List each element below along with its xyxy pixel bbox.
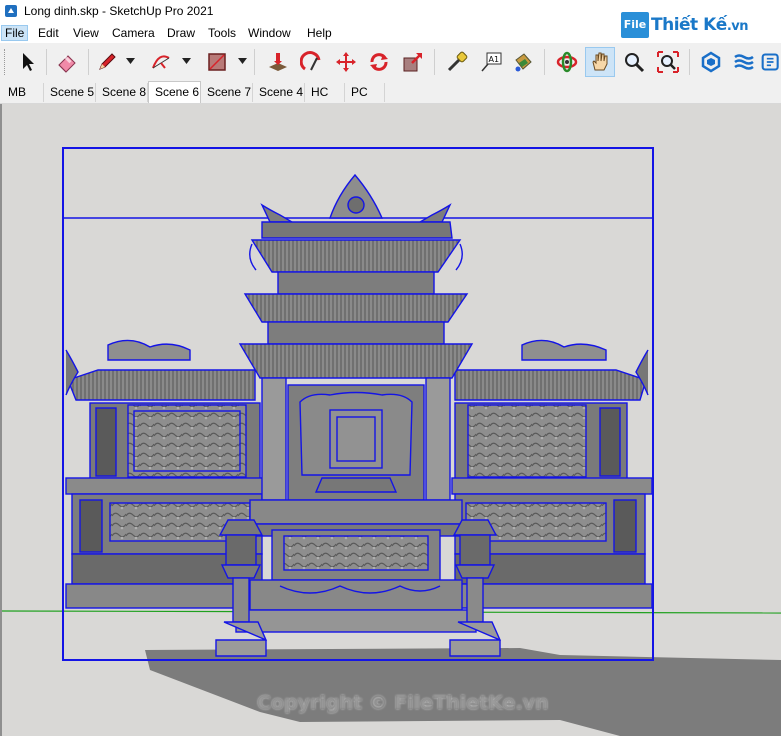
central-pavilion xyxy=(235,173,477,633)
sketchup-app-icon xyxy=(5,5,17,17)
copyright-watermark: Copyright © FileThietKe.vn xyxy=(257,692,549,714)
menu-edit[interactable]: Edit xyxy=(38,26,59,40)
toolbar-separator xyxy=(434,49,435,75)
tab-scene-4[interactable]: Scene 4 xyxy=(253,83,305,102)
filethietke-logo: File Thiết Kế.vn xyxy=(621,6,751,40)
toolbar-separator xyxy=(254,49,255,75)
scale-icon[interactable] xyxy=(398,47,428,77)
tab-mb[interactable]: MB xyxy=(2,83,44,102)
pencil-icon[interactable] xyxy=(92,47,122,77)
menu-view[interactable]: View xyxy=(73,26,99,40)
toolbar-separator xyxy=(689,49,690,75)
toolbar-separator xyxy=(88,49,89,75)
logo-text: Thiết Kế.vn xyxy=(651,15,748,35)
zoom-icon[interactable] xyxy=(619,47,649,77)
toolbar-grip[interactable] xyxy=(4,49,9,75)
zoom-extents-icon[interactable] xyxy=(653,47,683,77)
model-info-icon[interactable] xyxy=(761,47,781,77)
menu-file[interactable]: File xyxy=(0,25,29,41)
paint-bucket-icon[interactable] xyxy=(508,47,538,77)
eraser-icon[interactable] xyxy=(52,47,82,77)
select-icon[interactable] xyxy=(12,47,42,77)
toolbar-separator xyxy=(544,49,545,75)
logo-box: File xyxy=(621,12,649,38)
svg-text:A1: A1 xyxy=(489,55,500,64)
tab-pc[interactable]: PC xyxy=(345,83,385,102)
chevron-down-icon[interactable] xyxy=(237,54,247,68)
arc-icon[interactable] xyxy=(146,47,176,77)
tape-measure-icon[interactable] xyxy=(442,47,472,77)
tab-scene-6[interactable]: Scene 6 xyxy=(148,81,201,103)
tab-scene-7[interactable]: Scene 7 xyxy=(201,83,253,102)
model-drawing xyxy=(2,147,781,736)
chevron-down-icon[interactable] xyxy=(181,54,191,68)
follow-me-icon[interactable] xyxy=(297,47,327,77)
menu-help[interactable]: Help xyxy=(307,26,332,40)
window-title: Long dinh.skp - SketchUp Pro 2021 xyxy=(24,4,214,18)
tab-scene-5[interactable]: Scene 5 xyxy=(44,83,96,102)
rotate-icon[interactable] xyxy=(364,47,394,77)
layers-icon[interactable] xyxy=(729,47,759,77)
move-icon[interactable] xyxy=(331,47,361,77)
orbit-icon[interactable] xyxy=(552,47,582,77)
main-toolbar: A1 xyxy=(0,43,781,82)
rectangle-icon[interactable] xyxy=(202,47,232,77)
tab-hc[interactable]: HC xyxy=(305,83,345,102)
menu-draw[interactable]: Draw xyxy=(167,26,195,40)
scene-tabs: MB Scene 5 Scene 8 Scene 6 Scene 7 Scene… xyxy=(0,81,781,104)
toolbar-separator xyxy=(46,49,47,75)
text-icon[interactable]: A1 xyxy=(476,47,506,77)
model-viewport[interactable]: Copyright © FileThietKe.vn xyxy=(0,104,781,736)
push-pull-icon[interactable] xyxy=(263,47,293,77)
tab-scene-8[interactable]: Scene 8 xyxy=(96,83,148,102)
pan-icon[interactable] xyxy=(585,47,615,77)
chevron-down-icon[interactable] xyxy=(125,54,135,68)
sandbox-icon[interactable] xyxy=(696,47,726,77)
menu-tools[interactable]: Tools xyxy=(208,26,236,40)
menu-window[interactable]: Window xyxy=(248,26,291,40)
menu-camera[interactable]: Camera xyxy=(112,26,155,40)
